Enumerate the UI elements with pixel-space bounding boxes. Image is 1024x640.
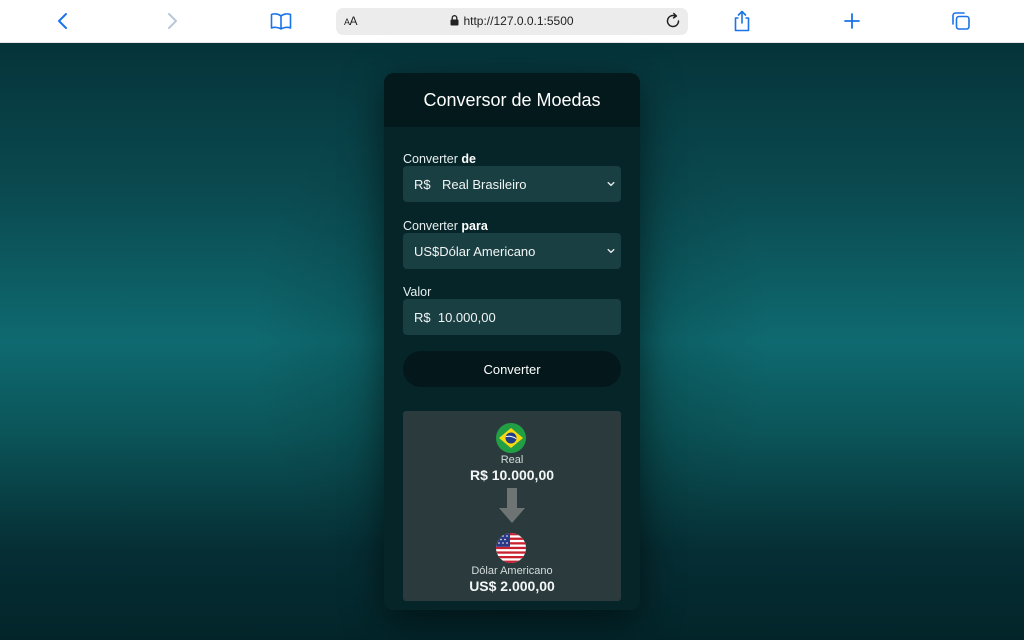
- from-currency-name: Real Brasileiro: [442, 176, 527, 192]
- from-currency-select[interactable]: R$ Real Brasileiro: [403, 166, 621, 202]
- convert-button[interactable]: Converter: [403, 351, 621, 387]
- from-label: Converter de: [403, 152, 476, 166]
- chevron-down-icon: [607, 248, 615, 254]
- chevron-down-icon: [607, 181, 615, 187]
- to-label-prefix: Converter: [403, 219, 458, 233]
- from-currency-symbol: R$: [414, 176, 431, 192]
- amount-label: Valor: [403, 285, 432, 299]
- bookmarks-button[interactable]: [267, 8, 295, 34]
- back-button[interactable]: [49, 8, 77, 34]
- new-tab-button[interactable]: [838, 8, 866, 34]
- result-panel: Real R$ 10.000,00 Dólar Americano US$ 2.…: [403, 411, 621, 601]
- tabs-icon: [952, 12, 970, 30]
- page-background: Conversor de Moedas Converter de R$ Real…: [0, 43, 1024, 640]
- to-currency-name: Dólar Americano: [439, 243, 536, 259]
- from-label-prefix: Converter: [403, 152, 458, 166]
- url-display[interactable]: http://127.0.0.1:5500: [336, 14, 688, 28]
- url-text: http://127.0.0.1:5500: [463, 14, 574, 28]
- tabs-overview-button[interactable]: [947, 8, 975, 34]
- book-icon: [270, 13, 292, 30]
- to-result-value: US$ 2.000,00: [469, 578, 555, 594]
- brazil-flag-icon: [496, 423, 526, 453]
- address-bar[interactable]: AA http://127.0.0.1:5500: [336, 8, 688, 35]
- browser-toolbar: AA http://127.0.0.1:5500: [0, 0, 1024, 43]
- from-label-bold: de: [461, 152, 476, 166]
- to-currency-symbol: US$: [414, 243, 440, 259]
- plus-icon: [844, 13, 860, 29]
- to-result-currency: Dólar Americano: [471, 565, 553, 577]
- card-header: Conversor de Moedas: [384, 73, 640, 127]
- chevron-left-icon: [58, 13, 67, 29]
- usa-flag-icon: [496, 533, 526, 563]
- page-title: Conversor de Moedas: [423, 89, 601, 110]
- converter-card: Conversor de Moedas Converter de R$ Real…: [384, 73, 640, 610]
- to-label-bold: para: [461, 219, 488, 233]
- from-result-value: R$ 10.000,00: [469, 467, 555, 483]
- reload-icon[interactable]: [664, 12, 682, 30]
- amount-input[interactable]: R$ 10.000,00: [403, 299, 621, 335]
- share-icon: [734, 10, 750, 32]
- arrow-down-icon: [499, 488, 525, 523]
- to-label: Converter para: [403, 219, 488, 233]
- from-result-currency: Real: [500, 454, 524, 466]
- chevron-right-icon: [168, 13, 177, 29]
- lock-icon: [450, 15, 459, 26]
- share-button[interactable]: [728, 8, 756, 34]
- to-currency-select[interactable]: US$ Dólar Americano: [403, 233, 621, 269]
- forward-button[interactable]: [158, 8, 186, 34]
